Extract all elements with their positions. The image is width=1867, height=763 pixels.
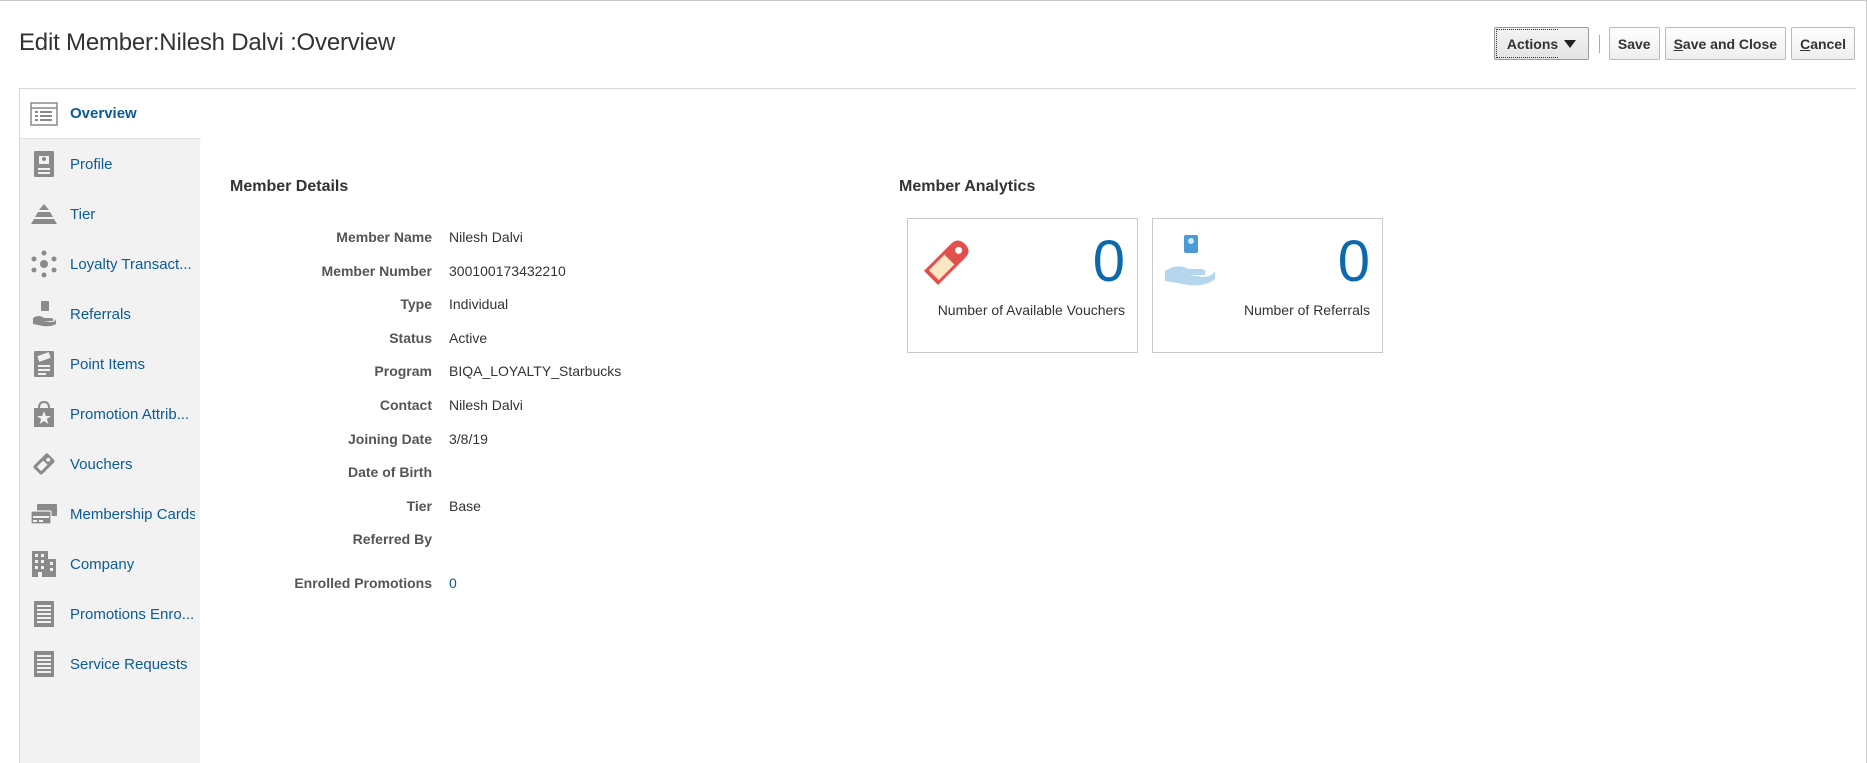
sidebar-item-tier[interactable]: Tier [20, 189, 200, 239]
header-divider [19, 88, 1856, 89]
detail-label: Status [389, 330, 432, 346]
detail-row: Referred By [220, 531, 820, 551]
overview-list-icon [30, 100, 58, 128]
sidebar-item-label: Referrals [70, 305, 131, 323]
save-and-close-label: ave and Close [1682, 35, 1778, 52]
sidebar-item-label: Promotions Enro... [70, 605, 195, 623]
page-title: Edit Member:Nilesh Dalvi :Overview [19, 29, 395, 56]
sidebar-item-service-requests[interactable]: Service Requests [20, 639, 200, 689]
detail-label: Member Number [321, 263, 432, 279]
detail-row: Joining Date 3/8/19 [220, 431, 820, 451]
save-and-close-button[interactable]: Save and Close [1664, 27, 1787, 60]
sidebar-item-label: Tier [70, 205, 96, 223]
available-vouchers-caption: Number of Available Vouchers [937, 302, 1125, 318]
top-border [0, 0, 1867, 1]
point-items-icon [30, 350, 58, 378]
voucher-tag-icon [918, 231, 978, 296]
actions-menu-button[interactable]: Actions [1493, 27, 1589, 60]
sidebar-item-referrals[interactable]: Referrals [20, 289, 200, 339]
detail-row: Member Name Nilesh Dalvi [220, 229, 820, 249]
dropdown-arrow-icon[interactable] [1558, 28, 1582, 59]
sidebar-item-label: Service Requests [70, 655, 188, 673]
detail-row: Contact Nilesh Dalvi [220, 397, 820, 417]
detail-value: 3/8/19 [449, 431, 488, 447]
sidebar-item-membership-cards[interactable]: Membership Cards [20, 489, 200, 539]
detail-row: Program BIQA_LOYALTY_Starbucks [220, 363, 820, 383]
sidebar-item-point-items[interactable]: Point Items [20, 339, 200, 389]
sidebar-item-label: Overview [70, 105, 137, 122]
referral-hand-icon [1163, 231, 1217, 294]
save-button[interactable]: Save [1608, 27, 1660, 60]
building-icon [30, 550, 58, 578]
sidebar-item-profile[interactable]: Profile [20, 139, 200, 189]
sidebar-item-loyalty-transactions[interactable]: Loyalty Transact... [20, 239, 200, 289]
toolbar-separator [1598, 34, 1600, 53]
sidebar-nav: Overview Profile Tier Loyalty Transact..… [19, 89, 201, 763]
detail-label: Member Name [336, 229, 432, 245]
sidebar-item-vouchers[interactable]: Vouchers [20, 439, 200, 489]
detail-value: 300100173432210 [449, 263, 566, 279]
sidebar-item-overview[interactable]: Overview [20, 89, 201, 139]
sidebar-item-promotions-enrollments[interactable]: Promotions Enro... [20, 589, 200, 639]
available-vouchers-count: 0 [1092, 229, 1125, 294]
detail-label: Program [374, 363, 432, 379]
detail-value: Base [449, 498, 481, 514]
actions-label: Actions [1495, 29, 1559, 58]
detail-value: Nilesh Dalvi [449, 397, 523, 413]
transactions-icon [30, 250, 58, 278]
detail-value: Individual [449, 296, 509, 312]
toolbar: Actions Save Save and Close Cancel [1493, 27, 1855, 60]
referrals-metric-card[interactable]: 0 Number of Referrals [1152, 218, 1383, 353]
sidebar-item-label: Profile [70, 155, 113, 173]
sidebar-item-label: Vouchers [70, 455, 133, 473]
sidebar-item-label: Promotion Attrib... [70, 405, 190, 423]
detail-label: Enrolled Promotions [294, 575, 432, 591]
member-analytics-heading: Member Analytics [899, 178, 1036, 195]
cancel-accel: C [1800, 35, 1811, 52]
detail-label: Tier [406, 498, 432, 514]
detail-row: Tier Base [220, 498, 820, 518]
sidebar-item-company[interactable]: Company [20, 539, 200, 589]
detail-row: Type Individual [220, 296, 820, 316]
referrals-caption: Number of Referrals [1243, 302, 1370, 318]
tier-pyramid-icon [30, 200, 58, 228]
save-and-close-accel: S [1673, 35, 1683, 52]
detail-row: Status Active [220, 330, 820, 350]
enrolled-promotions-link[interactable]: 0 [449, 575, 457, 595]
sidebar-item-label: Point Items [70, 355, 146, 373]
profile-badge-icon [30, 150, 58, 178]
detail-label: Contact [379, 397, 432, 413]
sidebar-item-promotion-attributes[interactable]: Promotion Attrib... [20, 389, 200, 439]
sidebar-item-label: Membership Cards [70, 505, 195, 523]
detail-label: Referred By [352, 531, 432, 547]
member-details-heading: Member Details [230, 178, 349, 195]
document-lines-icon [30, 650, 58, 678]
detail-value: BIQA_LOYALTY_Starbucks [449, 363, 622, 379]
cancel-button[interactable]: Cancel [1791, 27, 1855, 60]
detail-label: Type [400, 296, 432, 312]
voucher-tag-icon [30, 450, 58, 478]
referrals-count: 0 [1337, 229, 1370, 294]
promotion-bag-icon [30, 400, 58, 428]
detail-value: Nilesh Dalvi [449, 229, 523, 245]
sidebar-item-label: Loyalty Transact... [70, 255, 192, 273]
referral-hand-icon [30, 300, 58, 328]
detail-label: Date of Birth [348, 464, 432, 480]
detail-row: Date of Birth [220, 464, 820, 484]
sidebar-item-label: Company [70, 555, 135, 573]
detail-row: Member Number 300100173432210 [220, 263, 820, 283]
document-lines-icon [30, 600, 58, 628]
detail-value: Active [449, 330, 488, 346]
cards-icon [30, 500, 58, 528]
cancel-label: ancel [1810, 35, 1846, 52]
detail-label: Joining Date [347, 431, 432, 447]
detail-row: Enrolled Promotions 0 [220, 575, 820, 595]
vouchers-metric-card[interactable]: 0 Number of Available Vouchers [907, 218, 1138, 353]
